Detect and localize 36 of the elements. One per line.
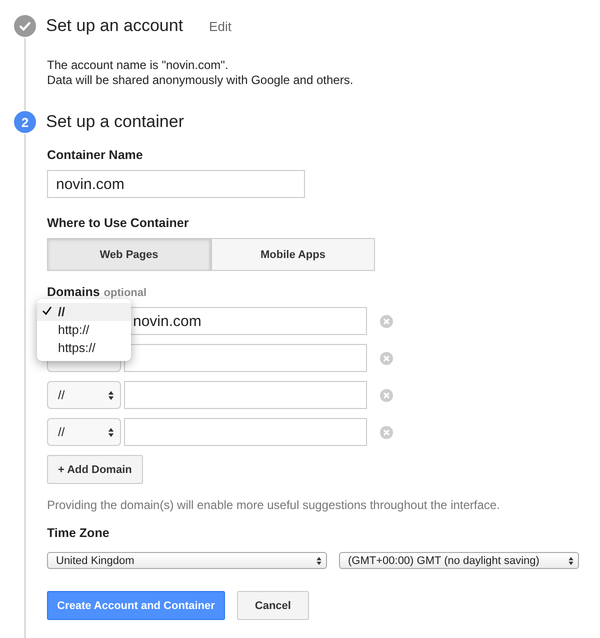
time-zone-select[interactable]: (GMT+00:00) GMT (no daylight saving) <box>339 552 579 569</box>
menu-item[interactable]: // <box>37 303 131 321</box>
container-name-field[interactable]: novin.com <box>47 170 305 198</box>
protocol-select[interactable]: // <box>47 381 121 409</box>
caret-icon <box>316 556 322 564</box>
field-label: Domains <box>47 285 100 299</box>
add-domain-button[interactable]: + Add Domain <box>47 455 143 484</box>
domain-field[interactable] <box>124 418 367 446</box>
check-icon <box>42 306 52 316</box>
check-icon <box>14 15 36 37</box>
domain-field[interactable] <box>124 344 367 372</box>
step-title: Set up an account <box>46 16 184 36</box>
step-number: 2 <box>14 111 36 133</box>
optional-hint: optional <box>104 287 147 299</box>
caret-icon <box>108 390 114 400</box>
caret-icon <box>568 556 574 564</box>
clear-icon[interactable] <box>380 352 393 364</box>
edit-link[interactable]: Edit <box>209 18 232 34</box>
clear-icon[interactable] <box>380 426 393 438</box>
domain-field[interactable] <box>124 381 367 409</box>
segment-tab[interactable]: Web Pages <box>47 238 211 271</box>
clear-icon[interactable] <box>380 314 393 328</box>
step-title: Set up a container <box>46 112 184 132</box>
account-info-text: The account name is "novin.com". <box>47 58 230 73</box>
country-select[interactable]: United Kingdom <box>47 552 327 569</box>
field-label: Time Zone <box>47 526 110 540</box>
account-info-text: Data will be shared anonymously with Google and others. <box>47 73 354 88</box>
field-label: Where to Use Container <box>47 216 190 230</box>
menu-item[interactable]: https:// <box>37 339 131 357</box>
caret-icon <box>108 428 114 436</box>
protocol-select[interactable]: // <box>47 418 121 446</box>
segment-tab[interactable]: Mobile Apps <box>211 238 375 271</box>
field-label: Container Name <box>47 148 144 162</box>
cancel-button[interactable]: Cancel <box>236 591 309 620</box>
clear-icon[interactable] <box>380 388 393 402</box>
help-text: Providing the domain(s) will enable more useful suggestions throughout the interface. <box>47 498 501 512</box>
